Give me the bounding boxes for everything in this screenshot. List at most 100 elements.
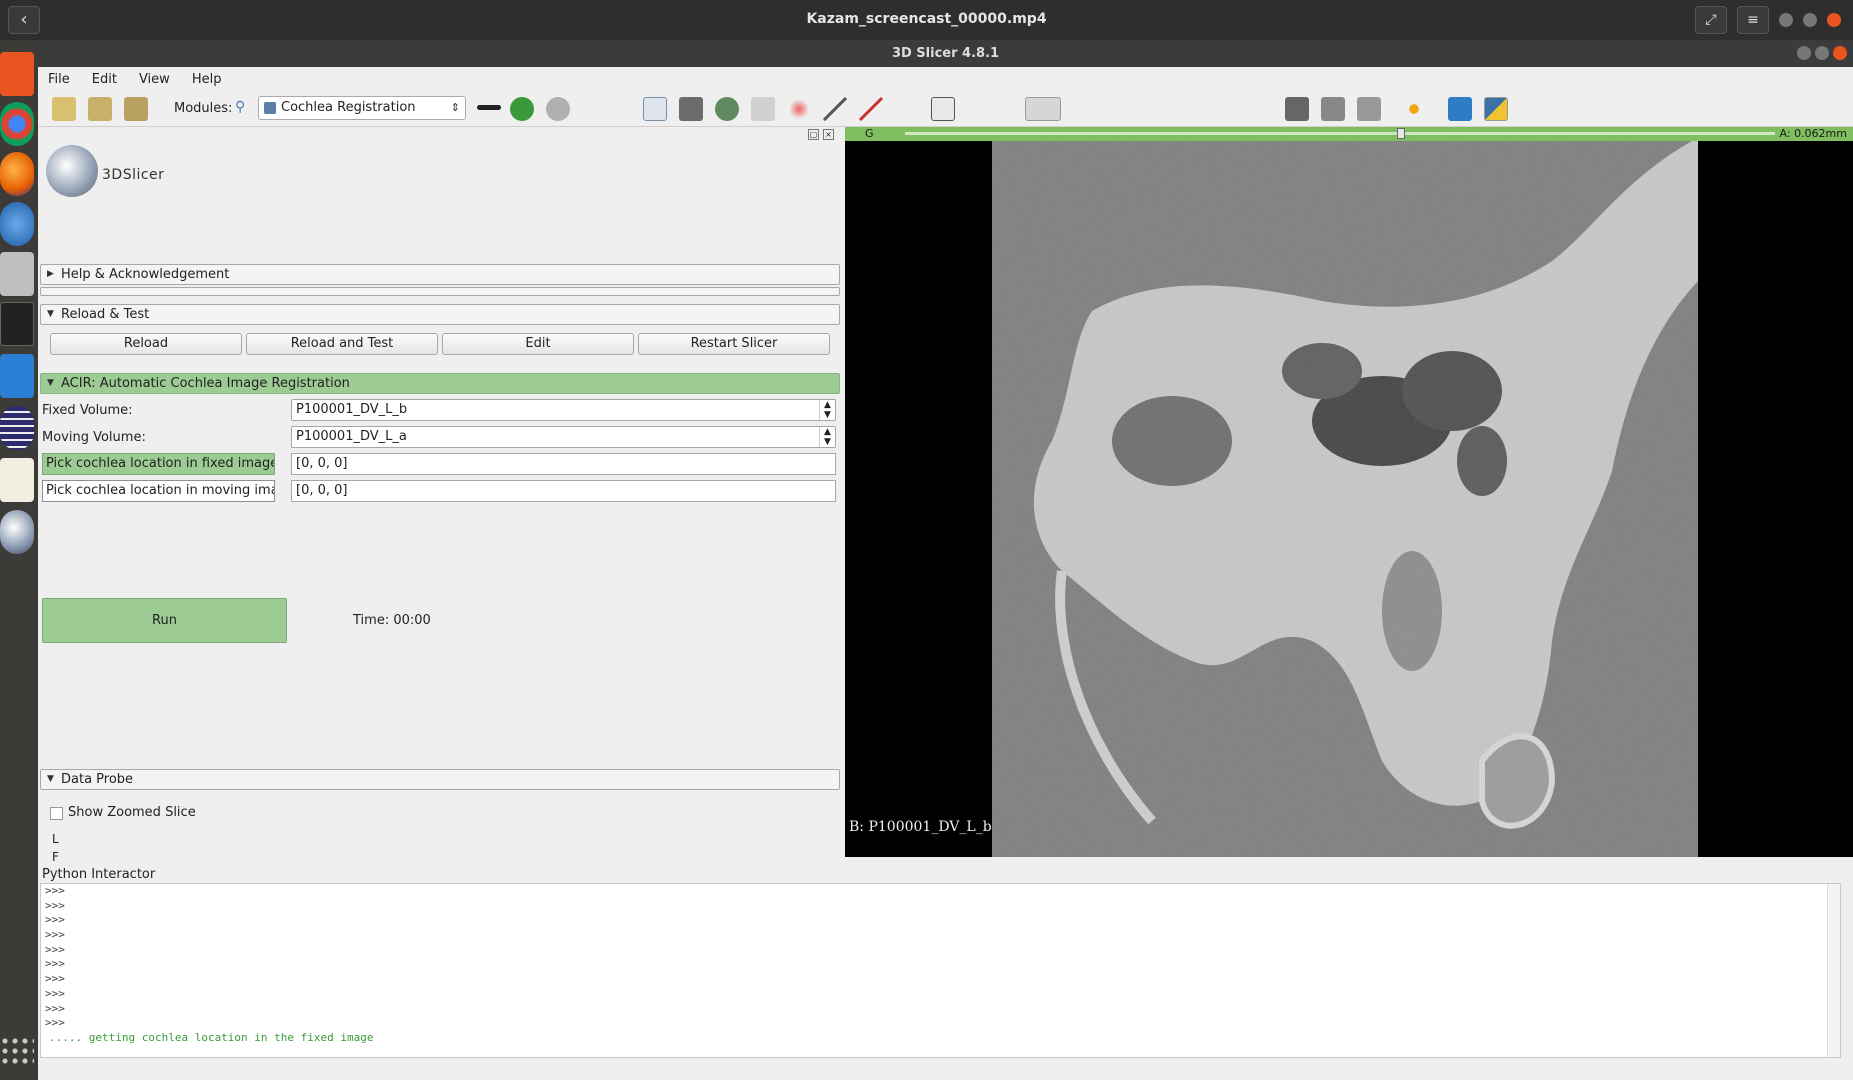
load-data-icon[interactable] bbox=[52, 97, 76, 121]
menu-help[interactable]: Help bbox=[192, 72, 222, 87]
pick-moving-button[interactable]: Pick cochlea location in moving image bbox=[42, 480, 275, 502]
fixed-volume-select[interactable]: P100001_DV_L_b ▲ ▼ bbox=[291, 399, 836, 421]
close-button[interactable] bbox=[1827, 13, 1841, 27]
reload-section-title: Reload & Test bbox=[61, 307, 150, 322]
python-icon[interactable] bbox=[1484, 97, 1508, 121]
main-toolbar: Modules: ⚲ Cochlea Registration ⇕ bbox=[38, 91, 1853, 127]
models-icon[interactable] bbox=[715, 97, 739, 121]
console-prompt: >>> bbox=[45, 942, 65, 956]
ruler-icon[interactable] bbox=[823, 97, 847, 121]
moving-location-field[interactable]: [0, 0, 0] bbox=[291, 480, 836, 502]
run-button[interactable]: Run bbox=[42, 598, 287, 643]
back-arrow-icon[interactable] bbox=[510, 97, 534, 121]
help-section-title: Help & Acknowledgement bbox=[61, 267, 230, 282]
forward-arrow-icon[interactable] bbox=[546, 97, 570, 121]
terminal-icon[interactable] bbox=[0, 302, 34, 346]
show-zoomed-checkbox[interactable] bbox=[50, 807, 63, 820]
reload-button[interactable]: Reload bbox=[50, 333, 242, 355]
moving-volume-select[interactable]: P100001_DV_L_a ▲ ▼ bbox=[291, 426, 836, 448]
slicer-logo bbox=[46, 145, 98, 197]
slice-viewer[interactable]: G A: 0.062mm B: P100001_DV_L_b bbox=[845, 127, 1853, 857]
spin-arrows-icon: ▲ ▼ bbox=[819, 427, 835, 447]
screenshot-icon[interactable] bbox=[1285, 97, 1309, 121]
save-icon[interactable] bbox=[124, 97, 148, 121]
python-console[interactable]: >>> >>> >>> >>> >>> >>> >>> >>> >>> >>> … bbox=[40, 883, 1841, 1058]
extension-manager-icon[interactable] bbox=[1448, 97, 1472, 121]
maximize-button[interactable] bbox=[1803, 13, 1817, 27]
fullscreen-icon: ⤢ bbox=[1705, 12, 1717, 28]
crosshair-icon[interactable] bbox=[1402, 97, 1426, 121]
slice-offset-slider[interactable] bbox=[905, 128, 1775, 139]
module-history-icon[interactable] bbox=[477, 105, 501, 110]
modules-label: Modules: bbox=[174, 101, 233, 116]
module-search-icon[interactable]: ⚲ bbox=[235, 99, 245, 115]
minimize-button[interactable] bbox=[1797, 46, 1811, 60]
menu-file[interactable]: File bbox=[48, 72, 70, 87]
data-probe-section[interactable]: ▼ Data Probe bbox=[40, 769, 840, 790]
collapse-triangle-icon: ▼ bbox=[47, 309, 54, 319]
fullscreen-button[interactable]: ⤢ bbox=[1695, 6, 1727, 34]
fixed-volume-label: Fixed Volume: bbox=[42, 403, 133, 418]
window-title: 3D Slicer 4.8.1 bbox=[38, 40, 1853, 67]
layout-icon[interactable] bbox=[931, 97, 955, 121]
section-divider bbox=[40, 287, 840, 296]
probe-letter-f: F bbox=[52, 850, 59, 864]
scene-view-restore-icon[interactable] bbox=[1357, 97, 1381, 121]
logo-text: 3DSlicer bbox=[102, 167, 165, 183]
close-button[interactable] bbox=[1833, 46, 1847, 60]
data-module-icon[interactable] bbox=[643, 97, 667, 121]
edit-button[interactable]: Edit bbox=[442, 333, 634, 355]
menu-button[interactable]: ≡ bbox=[1737, 6, 1769, 34]
crop-icon[interactable] bbox=[859, 97, 883, 121]
volume-label: B: P100001_DV_L_b bbox=[849, 819, 992, 835]
console-prompt: >>> bbox=[45, 1016, 65, 1030]
software-center-icon[interactable] bbox=[0, 52, 34, 96]
reload-section[interactable]: ▼ Reload & Test bbox=[40, 304, 840, 325]
close-icon[interactable]: × bbox=[823, 129, 834, 140]
slider-handle[interactable] bbox=[1396, 128, 1405, 139]
menu-edit[interactable]: Edit bbox=[92, 72, 117, 87]
menu-view[interactable]: View bbox=[139, 72, 170, 87]
eclipse-icon[interactable] bbox=[0, 406, 34, 450]
acir-section[interactable]: ▼ ACIR: Automatic Cochlea Image Registra… bbox=[40, 373, 840, 394]
collapse-triangle-icon: ▼ bbox=[47, 774, 54, 784]
player-title: Kazam_screencast_00000.mp4 bbox=[806, 11, 1047, 27]
reload-and-test-button[interactable]: Reload and Test bbox=[246, 333, 438, 355]
dicom-icon[interactable] bbox=[88, 97, 112, 121]
console-prompt: >>> bbox=[45, 884, 65, 897]
slice-scale: A: 0.062mm bbox=[1779, 127, 1847, 140]
help-section[interactable]: ▶ Help & Acknowledgement bbox=[40, 264, 840, 285]
console-scrollbar[interactable] bbox=[1827, 884, 1840, 1057]
fixed-location-field[interactable]: [0, 0, 0] bbox=[291, 453, 836, 475]
module-selector-value: Cochlea Registration bbox=[281, 100, 416, 115]
minimize-button[interactable] bbox=[1779, 13, 1793, 27]
expand-triangle-icon: ▶ bbox=[47, 269, 54, 279]
files-icon[interactable] bbox=[0, 252, 34, 296]
ubuntu-launcher bbox=[0, 40, 38, 1080]
markups-icon[interactable] bbox=[787, 97, 811, 121]
mouse-mode-icon[interactable] bbox=[1025, 97, 1061, 121]
slice-controller-bar: G A: 0.062mm bbox=[845, 127, 1853, 141]
maximize-button[interactable] bbox=[1815, 46, 1829, 60]
ct-scan-image[interactable] bbox=[992, 141, 1698, 857]
scene-view-icon[interactable] bbox=[1321, 97, 1345, 121]
app-grid-icon[interactable] bbox=[0, 1036, 34, 1066]
thunderbird-icon[interactable] bbox=[0, 202, 34, 246]
module-selector[interactable]: Cochlea Registration ⇕ bbox=[258, 96, 466, 120]
volumes-icon[interactable] bbox=[679, 97, 703, 121]
transforms-icon[interactable] bbox=[751, 97, 775, 121]
matlab-icon[interactable] bbox=[0, 354, 34, 398]
player-controls: ⤢ ≡ bbox=[1695, 6, 1841, 34]
console-prompt: >>> bbox=[45, 898, 65, 912]
chrome-icon[interactable] bbox=[0, 102, 34, 146]
panel-header: ▢ × bbox=[38, 127, 886, 141]
module-panel: ▢ × 3DSlicer ▶ Help & Acknowledgement ▼ … bbox=[38, 127, 886, 882]
slicer-launcher-icon[interactable] bbox=[0, 510, 34, 554]
pick-fixed-button[interactable]: Pick cochlea location in fixed image bbox=[42, 453, 275, 475]
firefox-icon[interactable] bbox=[0, 152, 34, 196]
moving-volume-value: P100001_DV_L_a bbox=[296, 429, 407, 444]
text-editor-icon[interactable] bbox=[0, 458, 34, 502]
restart-slicer-button[interactable]: Restart Slicer bbox=[638, 333, 830, 355]
undock-icon[interactable]: ▢ bbox=[808, 129, 819, 140]
acir-section-title: ACIR: Automatic Cochlea Image Registrati… bbox=[61, 376, 350, 391]
